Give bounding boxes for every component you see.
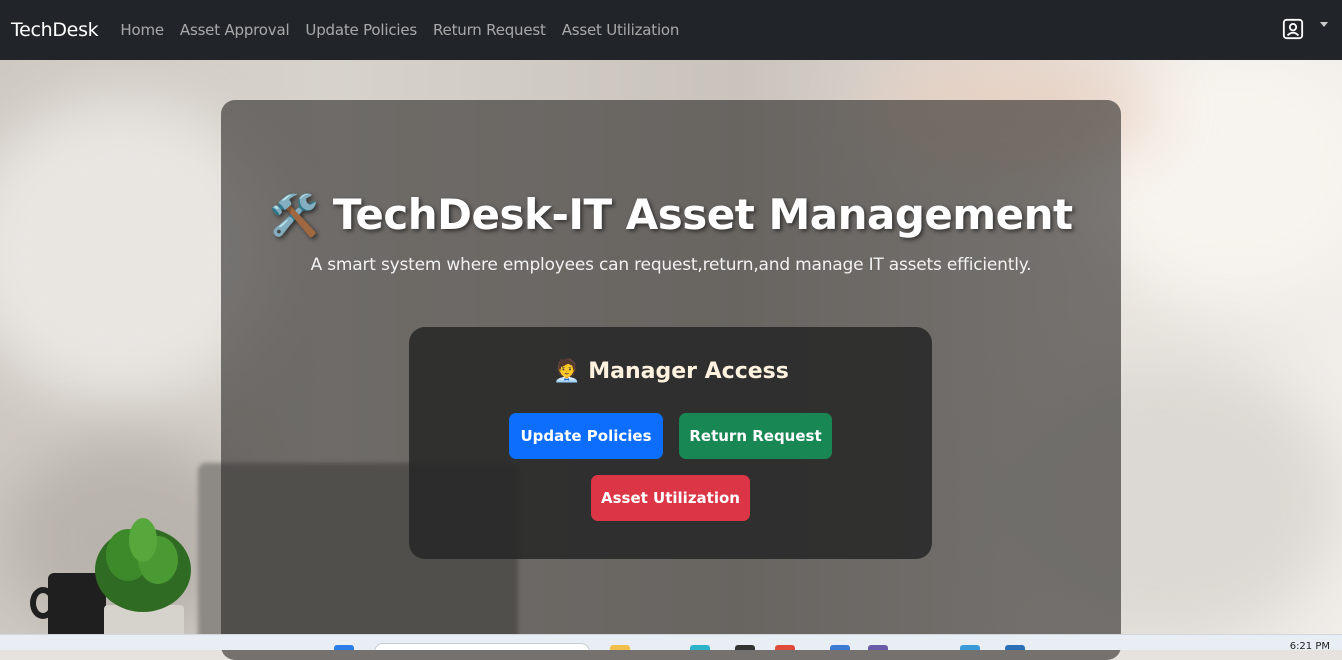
app-icon-4[interactable] bbox=[960, 645, 980, 650]
nav-home[interactable]: Home bbox=[114, 21, 170, 39]
user-menu[interactable] bbox=[1282, 18, 1328, 40]
folder-icon[interactable] bbox=[610, 645, 630, 650]
nav-return-request[interactable]: Return Request bbox=[427, 21, 552, 39]
access-title-text: Manager Access bbox=[588, 359, 789, 384]
hero-title-text: TechDesk-IT Asset Management bbox=[332, 190, 1073, 239]
caret-down-icon[interactable] bbox=[1320, 21, 1328, 27]
nav-asset-approval[interactable]: Asset Approval bbox=[174, 21, 296, 39]
access-title: 🧑‍💼 Manager Access bbox=[0, 359, 1342, 384]
nav-update-policies[interactable]: Update Policies bbox=[299, 21, 423, 39]
return-request-button[interactable]: Return Request bbox=[679, 413, 832, 459]
start-icon[interactable] bbox=[334, 645, 354, 650]
app-icon-3[interactable] bbox=[868, 645, 888, 650]
manager-icon: 🧑‍💼 bbox=[553, 359, 581, 384]
tools-icon: 🛠️ bbox=[269, 193, 319, 239]
hero-subtitle: A smart system where employees can reque… bbox=[310, 255, 1032, 275]
chrome-icon[interactable] bbox=[775, 645, 795, 650]
nav-asset-utilization[interactable]: Asset Utilization bbox=[556, 21, 686, 39]
user-badge-icon[interactable] bbox=[1282, 18, 1304, 40]
asset-utilization-button[interactable]: Asset Utilization bbox=[591, 475, 750, 521]
app-icon-2[interactable] bbox=[830, 645, 850, 650]
os-taskbar: 6:21 PM bbox=[0, 634, 1342, 650]
top-navbar: TechDesk Home Asset Approval Update Poli… bbox=[0, 0, 1342, 60]
update-policies-button[interactable]: Update Policies bbox=[509, 413, 663, 459]
app-icon-5[interactable] bbox=[1005, 645, 1025, 650]
brand-logo[interactable]: TechDesk bbox=[11, 19, 99, 41]
hero-title: 🛠️ TechDesk-IT Asset Management bbox=[0, 190, 1342, 239]
plant-image bbox=[95, 518, 191, 612]
edge-icon[interactable] bbox=[690, 645, 710, 650]
app-icon[interactable] bbox=[735, 645, 755, 650]
